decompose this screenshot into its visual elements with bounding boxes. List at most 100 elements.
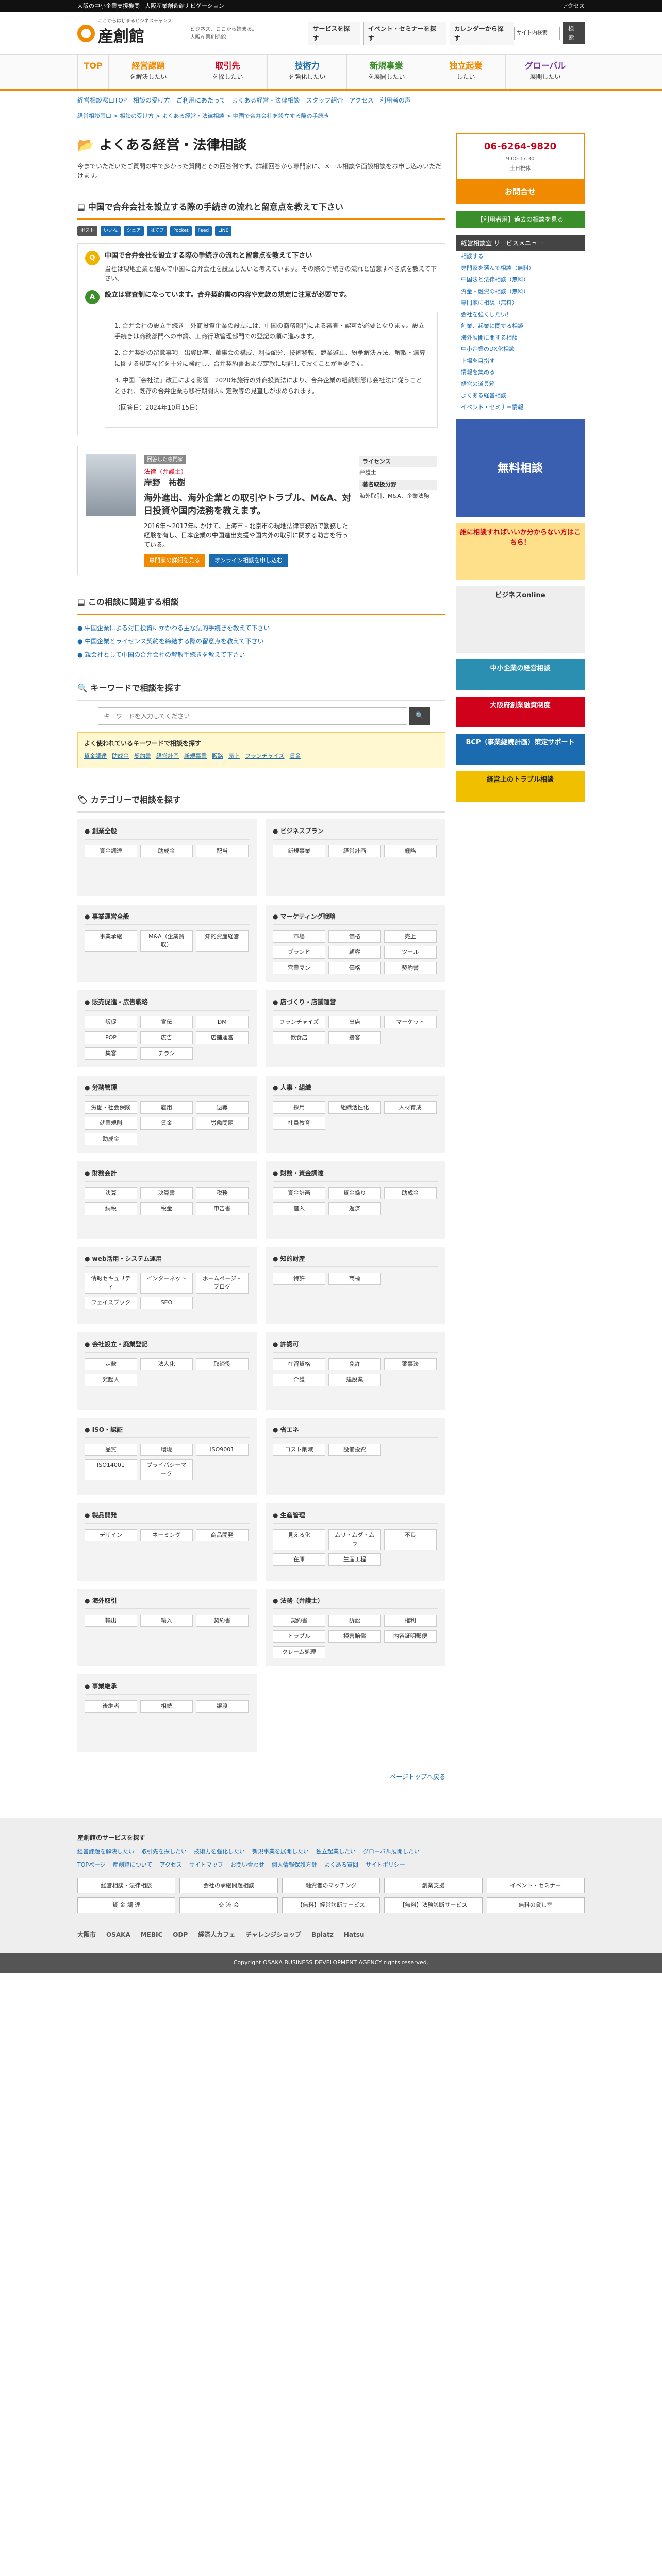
category-title[interactable]: ● ビジネスプラン bbox=[273, 826, 438, 840]
partner-logo[interactable]: OSAKA bbox=[106, 1930, 130, 1939]
footer-service-button[interactable]: 資 金 調 達 bbox=[77, 1897, 176, 1913]
footer-link[interactable]: 新規事業を展開したい bbox=[252, 1848, 309, 1856]
category-title[interactable]: ● 海外取引 bbox=[85, 1596, 250, 1609]
footer-nav-link[interactable]: サイトポリシー bbox=[366, 1861, 405, 1870]
category-chip[interactable]: 価格 bbox=[328, 961, 381, 975]
category-chip[interactable]: 決算 bbox=[85, 1187, 137, 1200]
site-logo[interactable]: ここからはじまるビジネスチャンス 産創館 bbox=[77, 18, 185, 48]
side-menu-item[interactable]: 中国法と法律相談（無料） bbox=[456, 274, 585, 286]
category-chip[interactable]: ISO14001 bbox=[85, 1459, 137, 1481]
category-chip[interactable]: DM bbox=[195, 1015, 249, 1029]
category-chip[interactable]: 雇用 bbox=[140, 1101, 193, 1114]
breadcrumb[interactable]: 経営相談窓口 > 相談の受け方 > よくある経営・法律相談 > 中国で合弁会社を… bbox=[0, 110, 662, 123]
category-chip[interactable]: 社員教育 bbox=[273, 1117, 325, 1130]
partner-logo[interactable]: ODP bbox=[173, 1930, 188, 1939]
footer-nav-link[interactable]: お問い合わせ bbox=[230, 1861, 264, 1870]
category-chip[interactable]: 組織活性化 bbox=[328, 1101, 381, 1114]
category-chip[interactable]: 環境 bbox=[140, 1443, 193, 1456]
category-chip[interactable]: クレーム処理 bbox=[273, 1646, 325, 1659]
category-title[interactable]: ● 法務（弁護士） bbox=[273, 1596, 438, 1609]
gnav-global[interactable]: グローバル 展開したい bbox=[505, 55, 585, 89]
share-like-button[interactable]: いいね bbox=[101, 226, 121, 236]
subnav-item[interactable]: スタッフ紹介 bbox=[306, 96, 343, 105]
keyword-input[interactable] bbox=[98, 707, 407, 725]
category-chip[interactable]: 店舗運営 bbox=[195, 1031, 249, 1044]
category-chip[interactable]: 価格 bbox=[328, 930, 381, 943]
trouble-banner[interactable]: 経営上のトラブル相談 bbox=[456, 771, 585, 802]
keyword-link[interactable]: 売上 bbox=[228, 753, 240, 759]
subnav-item[interactable]: 利用者の声 bbox=[380, 96, 411, 105]
category-chip[interactable]: 事業承継 bbox=[85, 930, 137, 952]
category-chip[interactable]: 新規事業 bbox=[273, 844, 325, 858]
category-title[interactable]: ● 財務・資金調達 bbox=[273, 1168, 438, 1182]
footer-service-button[interactable]: 創業支援 bbox=[384, 1877, 483, 1894]
category-title[interactable]: ● web活用・システム運用 bbox=[85, 1254, 250, 1267]
category-chip[interactable]: 宣伝 bbox=[140, 1015, 193, 1029]
subnav-item[interactable]: ご利用にあたって bbox=[176, 96, 225, 105]
bcp-banner[interactable]: BCP（事業継続計画）策定サポート bbox=[456, 734, 585, 765]
side-menu-item[interactable]: 資金・融資の相談（無料） bbox=[456, 286, 585, 298]
site-search-input[interactable]: サイト内検索 bbox=[514, 26, 560, 40]
category-chip[interactable]: 借入 bbox=[273, 1202, 325, 1215]
gnav-gijutsu[interactable]: 技術力 を強化したい bbox=[267, 55, 346, 89]
category-chip[interactable]: 相続 bbox=[140, 1700, 193, 1713]
category-chip[interactable]: 税金 bbox=[140, 1202, 193, 1215]
category-chip[interactable]: 戦略 bbox=[384, 844, 437, 858]
category-title[interactable]: ● 創業全般 bbox=[85, 826, 250, 840]
category-chip[interactable]: フランチャイズ bbox=[273, 1015, 325, 1029]
category-chip[interactable]: 定款 bbox=[85, 1358, 137, 1371]
side-menu-item[interactable]: 上場を目指す bbox=[456, 355, 585, 367]
partner-logo[interactable]: Hatsu bbox=[344, 1930, 365, 1939]
footer-nav-link[interactable]: よくある質問 bbox=[324, 1861, 358, 1870]
category-chip[interactable]: 販促 bbox=[85, 1015, 137, 1029]
gnav-shinki[interactable]: 新規事業 を展開したい bbox=[346, 55, 426, 89]
category-title[interactable]: ● 人事・組織 bbox=[273, 1083, 438, 1096]
category-chip[interactable]: 後継者 bbox=[85, 1700, 137, 1713]
contact-button[interactable]: お問合せ bbox=[456, 179, 585, 204]
category-chip[interactable]: 営業マン bbox=[273, 961, 325, 975]
category-title[interactable]: ● 財務会計 bbox=[85, 1168, 250, 1182]
category-chip[interactable]: 知的資産経営 bbox=[195, 930, 249, 952]
footer-service-button[interactable]: 【無料】経営診断サービス bbox=[282, 1897, 380, 1913]
category-chip[interactable]: 建設業 bbox=[328, 1374, 381, 1386]
category-chip[interactable]: 不良 bbox=[384, 1529, 437, 1550]
category-chip[interactable]: インターネット bbox=[140, 1272, 193, 1294]
subnav-item[interactable]: アクセス bbox=[349, 96, 373, 105]
keyword-search-button[interactable]: 🔍 bbox=[409, 707, 430, 725]
side-menu-item[interactable]: 専門家を選んで相談（無料） bbox=[456, 263, 585, 275]
category-chip[interactable]: 資金調達 bbox=[85, 844, 137, 858]
category-chip[interactable]: 飲食店 bbox=[273, 1031, 325, 1044]
category-title[interactable]: ● 省エネ bbox=[273, 1425, 438, 1438]
category-chip[interactable]: 在留資格 bbox=[273, 1358, 325, 1371]
category-title[interactable]: ● 許認可 bbox=[273, 1340, 438, 1353]
category-chip[interactable]: 発起人 bbox=[85, 1374, 137, 1386]
category-chip[interactable]: 免許 bbox=[328, 1358, 381, 1371]
gnav-kigyou[interactable]: 独立起業 したい bbox=[426, 55, 505, 89]
topbar-access-link[interactable]: アクセス bbox=[562, 2, 585, 10]
online-banner[interactable]: ビジネスonline bbox=[456, 586, 585, 653]
gnav-top[interactable]: TOP bbox=[77, 55, 108, 89]
side-menu-item[interactable]: 相談する bbox=[456, 251, 585, 263]
category-chip[interactable]: 助成金 bbox=[384, 1187, 437, 1200]
category-chip[interactable]: 内容証明郵便 bbox=[384, 1630, 437, 1643]
footer-service-button[interactable]: イベント・セミナー bbox=[486, 1877, 585, 1894]
category-chip[interactable]: 申告書 bbox=[195, 1202, 249, 1215]
side-menu-item[interactable]: イベント・セミナー情報 bbox=[456, 402, 585, 414]
category-chip[interactable]: 輸出 bbox=[85, 1614, 137, 1628]
category-chip[interactable]: 契約書 bbox=[273, 1614, 325, 1628]
footer-service-button[interactable]: 【無料】法務診断サービス bbox=[384, 1897, 483, 1913]
category-chip[interactable]: トラブル bbox=[273, 1630, 325, 1643]
category-chip[interactable]: 売上 bbox=[384, 930, 437, 943]
side-menu-item[interactable]: よくある経営相談 bbox=[456, 390, 585, 402]
category-chip[interactable]: 配当 bbox=[195, 844, 249, 858]
related-item[interactable]: ● 親会社として中国の合弁会社の解散手続きを教えて下さい bbox=[77, 648, 445, 662]
keyword-link[interactable]: 資金調達 bbox=[84, 753, 107, 759]
keyword-link[interactable]: 賃金 bbox=[290, 753, 301, 759]
category-chip[interactable]: ムリ・ムダ・ムラ bbox=[328, 1529, 381, 1550]
category-chip[interactable]: 決算書 bbox=[140, 1187, 193, 1200]
footer-service-button[interactable]: 会社の承継問題相談 bbox=[179, 1877, 278, 1894]
history-button[interactable]: 【利用者用】過去の相談を見る bbox=[456, 211, 585, 228]
page-top-link[interactable]: ページトップへ戻る bbox=[77, 1772, 445, 1782]
category-chip[interactable]: 契約書 bbox=[384, 961, 437, 975]
category-chip[interactable]: ネーミング bbox=[140, 1529, 193, 1542]
